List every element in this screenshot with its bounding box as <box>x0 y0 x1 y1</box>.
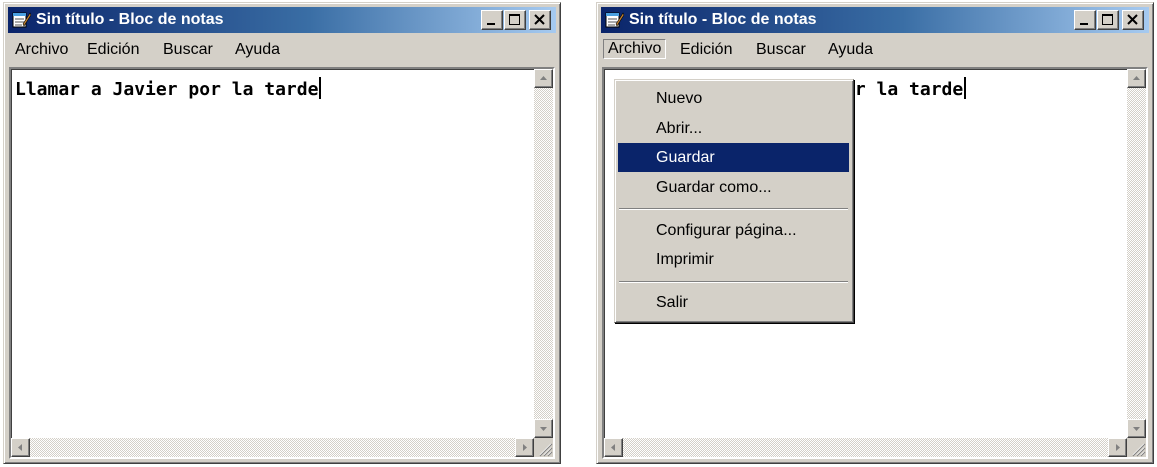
menu-separator <box>619 208 848 210</box>
minimize-button[interactable] <box>481 10 503 30</box>
scroll-up-button[interactable] <box>1127 69 1146 88</box>
menu-separator <box>619 281 848 283</box>
menu-archivo[interactable]: Archivo <box>603 39 667 59</box>
scroll-down-arrow-icon <box>1133 427 1140 431</box>
maximize-icon <box>509 14 520 25</box>
scroll-right-button[interactable] <box>1108 438 1127 457</box>
scroll-left-button[interactable] <box>604 438 623 457</box>
menu-item-abrir[interactable]: Abrir... <box>618 114 849 143</box>
resize-grip-icon <box>1132 443 1146 457</box>
maximize-icon <box>1102 14 1113 25</box>
scroll-right-arrow-icon <box>1116 444 1120 451</box>
menu-item-imprimir[interactable]: Imprimir <box>618 245 849 274</box>
menu-bar: Archivo Edición Buscar Ayuda <box>8 37 556 63</box>
menu-item-nuevo[interactable]: Nuevo <box>618 84 849 113</box>
menu-ayuda[interactable]: Ayuda <box>823 40 878 60</box>
window-title: Sin título - Bloc de notas <box>629 11 817 28</box>
text-area[interactable]: Llamar a Javier por la tarde <box>9 67 555 459</box>
menu-item-configurar-pagina[interactable]: Configurar página... <box>618 216 849 245</box>
document-text: Llamar a Javier por la tarde <box>15 79 319 100</box>
archivo-dropdown-menu: Nuevo Abrir... Guardar Guardar como... C… <box>614 79 854 323</box>
resize-grip[interactable] <box>1127 438 1146 457</box>
notepad-icon <box>12 12 31 28</box>
scroll-down-button[interactable] <box>1127 419 1146 438</box>
minimize-button[interactable] <box>1074 10 1096 30</box>
menu-edicion[interactable]: Edición <box>675 40 737 60</box>
vertical-scrollbar[interactable] <box>1127 69 1146 438</box>
scroll-right-arrow-icon <box>523 444 527 451</box>
text-caret <box>319 77 322 99</box>
menu-item-guardar[interactable]: Guardar <box>618 143 849 172</box>
menu-edicion[interactable]: Edición <box>82 40 144 60</box>
maximize-button[interactable] <box>1097 10 1119 30</box>
window-title: Sin título - Bloc de notas <box>36 11 224 28</box>
minimize-icon <box>1080 23 1088 25</box>
notepad-window-right: Sin título - Bloc de notas Archivo Edici… <box>596 2 1154 464</box>
maximize-button[interactable] <box>504 10 526 30</box>
document-text: or la tarde <box>844 79 964 100</box>
vertical-scrollbar[interactable] <box>534 69 553 438</box>
close-button[interactable] <box>1122 10 1144 30</box>
menu-buscar[interactable]: Buscar <box>751 40 811 60</box>
scroll-up-arrow-icon <box>1133 76 1140 80</box>
close-icon <box>1127 14 1138 25</box>
minimize-icon <box>487 23 495 25</box>
scroll-up-arrow-icon <box>540 76 547 80</box>
text-caret <box>964 77 967 99</box>
scroll-left-arrow-icon <box>611 444 615 451</box>
close-button[interactable] <box>529 10 551 30</box>
scroll-left-arrow-icon <box>18 444 22 451</box>
close-icon <box>534 14 545 25</box>
resize-grip-icon <box>539 443 553 457</box>
scroll-right-button[interactable] <box>515 438 534 457</box>
menu-buscar[interactable]: Buscar <box>158 40 218 60</box>
menu-archivo[interactable]: Archivo <box>10 40 73 60</box>
menu-item-salir[interactable]: Salir <box>618 288 849 317</box>
scroll-up-button[interactable] <box>534 69 553 88</box>
scroll-left-button[interactable] <box>11 438 30 457</box>
scroll-down-arrow-icon <box>540 427 547 431</box>
horizontal-scrollbar[interactable] <box>604 438 1127 457</box>
menu-ayuda[interactable]: Ayuda <box>230 40 285 60</box>
menu-bar: Archivo Edición Buscar Ayuda <box>601 37 1149 63</box>
horizontal-scrollbar[interactable] <box>11 438 534 457</box>
scroll-down-button[interactable] <box>534 419 553 438</box>
title-bar[interactable]: Sin título - Bloc de notas <box>601 7 1149 33</box>
notepad-icon <box>605 12 624 28</box>
notepad-window-left: Sin título - Bloc de notas Archivo Edici… <box>3 2 561 464</box>
resize-grip[interactable] <box>534 438 553 457</box>
title-bar[interactable]: Sin título - Bloc de notas <box>8 7 556 33</box>
menu-item-guardar-como[interactable]: Guardar como... <box>618 173 849 202</box>
